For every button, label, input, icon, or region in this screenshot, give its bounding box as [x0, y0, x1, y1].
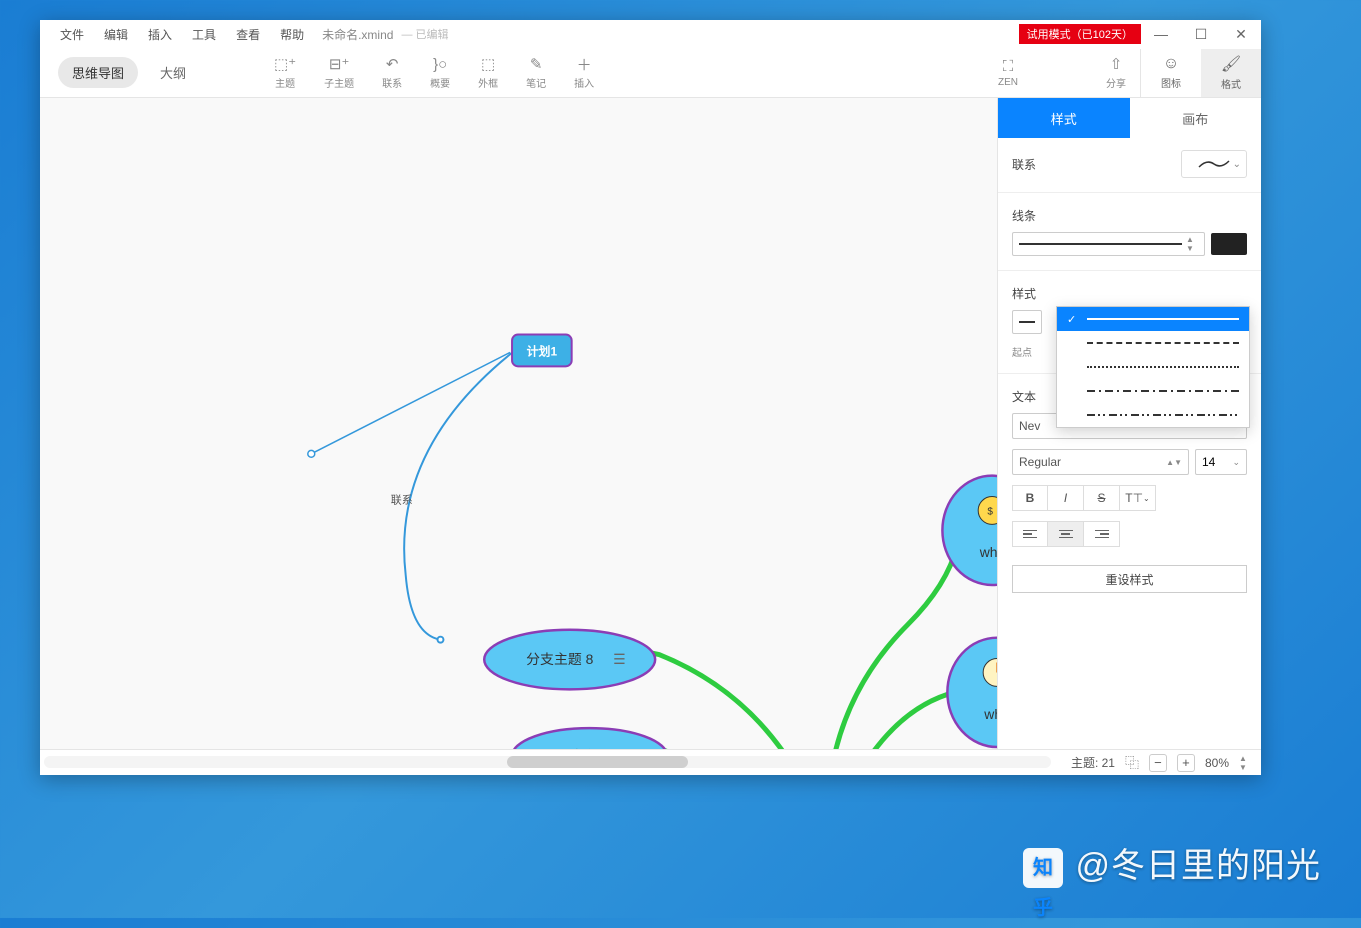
format-panel: 样式 画布 联系 ⌄ 线条 ▲▼ [997, 98, 1261, 749]
align-left-button[interactable] [1012, 521, 1048, 547]
line-color-swatch[interactable] [1211, 233, 1247, 255]
boundary-icon: ⬚ [481, 55, 495, 73]
window-controls: — ☐ ✕ [1141, 20, 1261, 48]
relationship-shape-select[interactable]: ⌄ [1181, 150, 1247, 178]
chevron-down-icon: ⌄ [1233, 159, 1241, 170]
bold-button[interactable]: B [1012, 485, 1048, 511]
dash-option-solid[interactable]: ✓ [1057, 307, 1249, 331]
line-width-select[interactable]: ▲▼ [1012, 232, 1205, 256]
node-branch-7[interactable] [512, 728, 667, 749]
tool-zen[interactable]: ⛶ZEN [984, 53, 1032, 92]
smiley-icon: ☺ [1163, 55, 1179, 73]
svg-text:whe: whe [983, 706, 997, 722]
summary-icon: }○ [433, 55, 447, 73]
svg-text:why: why [979, 544, 997, 560]
tool-topic[interactable]: ⬚⁺主题 [260, 51, 310, 94]
subtopic-icon: ⊟⁺ [329, 55, 350, 73]
font-size-select[interactable]: 14⌄ [1195, 449, 1247, 475]
map-overview-icon[interactable]: ⿻ [1125, 753, 1139, 773]
zhihu-logo-icon: 知乎 [1023, 848, 1063, 888]
svg-text:计划1: 计划1 [527, 345, 558, 359]
tab-outline[interactable]: 大纲 [146, 57, 200, 88]
tool-note[interactable]: ✎笔记 [512, 51, 560, 94]
zoom-level: 80% [1205, 756, 1229, 770]
line-dash-dropdown: ✓ [1056, 306, 1250, 428]
menu-insert[interactable]: 插入 [140, 22, 180, 47]
titlebar: 文件 编辑 插入 工具 查看 帮助 未命名.xmind — 已编辑 试用模式（已… [40, 20, 1261, 48]
share-icon: ⇧ [1110, 55, 1123, 73]
menu-edit[interactable]: 编辑 [96, 22, 136, 47]
insert-icon: ＋ [577, 55, 592, 73]
strikethrough-button[interactable]: S [1084, 485, 1120, 511]
relation-icon: ↶ [386, 55, 399, 73]
file-name: 未命名.xmind [322, 26, 393, 43]
line-section-label: 线条 [1012, 207, 1247, 224]
menu-bar: 文件 编辑 插入 工具 查看 帮助 [40, 22, 312, 47]
tool-summary[interactable]: }○概要 [416, 51, 464, 94]
zen-icon: ⛶ [1003, 57, 1014, 75]
sidebar-tab-icons[interactable]: ☺图标 [1141, 49, 1201, 97]
tab-mindmap[interactable]: 思维导图 [58, 57, 138, 88]
tool-relation[interactable]: ↶联系 [368, 51, 416, 94]
node-when[interactable] [947, 638, 997, 747]
zoom-stepper[interactable]: ▲▼ [1239, 754, 1251, 772]
statusbar: 主题: 21 ⿻ − + 80% ▲▼ [40, 749, 1261, 775]
sidebar-tab-format[interactable]: 🖌格式 [1201, 49, 1261, 97]
dash-option-dashdotdot[interactable] [1057, 403, 1249, 427]
reset-style-button[interactable]: 重设样式 [1012, 565, 1247, 593]
line-dash-select[interactable] [1012, 310, 1042, 334]
italic-button[interactable]: I [1048, 485, 1084, 511]
menu-help[interactable]: 帮助 [272, 22, 312, 47]
brush-icon: 🖌 [1221, 54, 1241, 74]
close-button[interactable]: ✕ [1221, 20, 1261, 48]
zoom-in-button[interactable]: + [1177, 754, 1195, 772]
menu-file[interactable]: 文件 [52, 22, 92, 47]
tool-boundary[interactable]: ⬚外框 [464, 51, 512, 94]
watermark: 知乎@冬日里的阳光 [1023, 838, 1321, 888]
stepper-icon: ▲▼ [1186, 235, 1198, 253]
align-center-button[interactable] [1048, 521, 1084, 547]
panel-tab-canvas[interactable]: 画布 [1130, 98, 1262, 138]
trial-badge[interactable]: 试用模式（已102天） [1019, 24, 1141, 44]
menu-view[interactable]: 查看 [228, 22, 268, 47]
horizontal-scrollbar[interactable] [44, 756, 1051, 768]
panel-tab-style[interactable]: 样式 [998, 98, 1130, 138]
relation-label[interactable]: 联系 [391, 494, 413, 507]
tool-subtopic[interactable]: ⊟⁺子主题 [310, 51, 368, 94]
dash-option-dotted[interactable] [1057, 355, 1249, 379]
canvas[interactable]: 联系 计划1 分支主题 8 ☰ 分支主题 7 $ why [40, 98, 997, 749]
app-window: 文件 编辑 插入 工具 查看 帮助 未命名.xmind — 已编辑 试用模式（已… [40, 20, 1261, 775]
dash-option-dashed[interactable] [1057, 331, 1249, 355]
style-section-label: 样式 [1012, 285, 1247, 302]
svg-text:☰: ☰ [613, 651, 625, 667]
file-status: — 已编辑 [401, 26, 448, 42]
topic-count: 主题: 21 [1071, 754, 1115, 771]
zoom-out-button[interactable]: − [1149, 754, 1167, 772]
tool-insert[interactable]: ＋插入 [560, 51, 608, 94]
main-area: 联系 计划1 分支主题 8 ☰ 分支主题 7 $ why [40, 98, 1261, 749]
relationship-label: 联系 [1012, 156, 1036, 173]
svg-text:$: $ [987, 506, 993, 517]
text-case-button[interactable]: T⊤⌄ [1120, 485, 1156, 511]
align-right-button[interactable] [1084, 521, 1120, 547]
dash-option-dashdot[interactable] [1057, 379, 1249, 403]
minimize-button[interactable]: — [1141, 20, 1181, 48]
note-icon: ✎ [530, 55, 543, 73]
menu-tools[interactable]: 工具 [184, 22, 224, 47]
maximize-button[interactable]: ☐ [1181, 20, 1221, 48]
svg-text:分支主题 8: 分支主题 8 [526, 651, 593, 667]
font-weight-select[interactable]: Regular▲▼ [1012, 449, 1189, 475]
toolbar: 思维导图 大纲 ⬚⁺主题 ⊟⁺子主题 ↶联系 }○概要 ⬚外框 ✎笔记 ＋插入 … [40, 48, 1261, 98]
tool-share[interactable]: ⇧分享 [1092, 51, 1140, 94]
topic-icon: ⬚⁺ [274, 55, 296, 73]
